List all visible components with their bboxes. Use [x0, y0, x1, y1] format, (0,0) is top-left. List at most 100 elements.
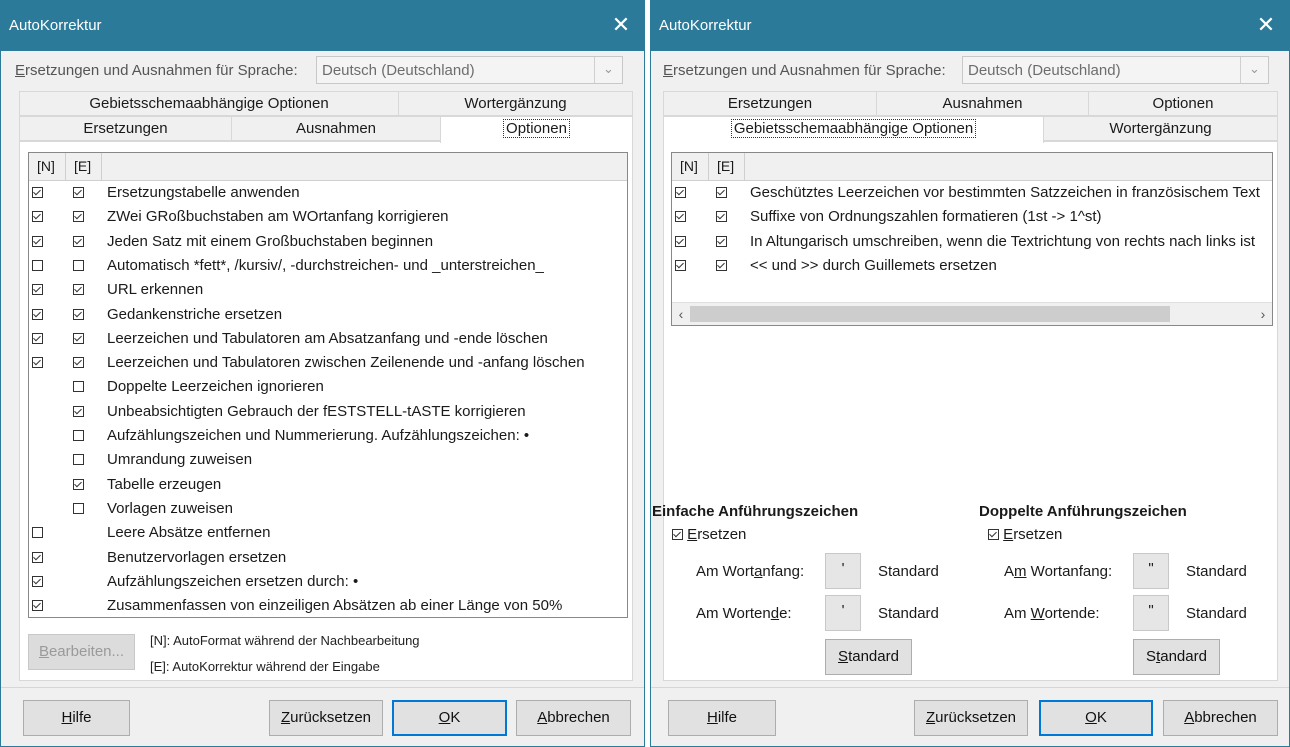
- checkbox-e[interactable]: [73, 430, 84, 441]
- single-replace-checkbox[interactable]: Ersetzen: [672, 526, 746, 543]
- checkbox-n[interactable]: [675, 187, 686, 198]
- reset-button[interactable]: Zurücksetzen: [269, 700, 383, 736]
- reset-button[interactable]: Zurücksetzen: [914, 700, 1028, 736]
- checkbox-n[interactable]: [32, 575, 43, 587]
- column-e-header[interactable]: [E]: [709, 153, 745, 180]
- checkbox-n[interactable]: [32, 211, 43, 223]
- tab-options[interactable]: Optionen: [1088, 91, 1278, 116]
- tab-replace[interactable]: Ersetzungen: [19, 116, 232, 141]
- checkbox-n[interactable]: [32, 259, 43, 271]
- close-icon[interactable]: ✕: [606, 10, 636, 40]
- checkbox-e[interactable]: [716, 211, 727, 223]
- list-item[interactable]: In Altungarisch umschreiben, wenn die Te…: [672, 231, 1272, 255]
- checkbox-e[interactable]: [73, 308, 84, 320]
- checkbox-icon[interactable]: [988, 529, 999, 540]
- tab-word-completion[interactable]: Wortergänzung: [1043, 116, 1278, 141]
- checkbox-icon[interactable]: [672, 529, 683, 540]
- scrollbar-thumb[interactable]: [690, 306, 1170, 322]
- list-item[interactable]: Suffixe von Ordnungszahlen formatieren (…: [672, 206, 1272, 230]
- list-item[interactable]: Geschütztes Leerzeichen vor bestimmten S…: [672, 182, 1272, 206]
- ok-button[interactable]: OK: [392, 700, 507, 736]
- list-item[interactable]: Aufzählungszeichen und Nummerierung. Auf…: [29, 425, 627, 449]
- list-item[interactable]: Doppelte Leerzeichen ignorieren: [29, 376, 627, 400]
- checkbox-n[interactable]: [675, 235, 686, 247]
- checkbox-e[interactable]: [73, 332, 84, 344]
- chevron-down-icon[interactable]: ⌄: [594, 57, 622, 83]
- list-item[interactable]: Ersetzungstabelle anwenden: [29, 182, 627, 206]
- checkbox-n[interactable]: [32, 284, 43, 296]
- list-item[interactable]: Leerzeichen und Tabulatoren am Absatzanf…: [29, 328, 627, 352]
- tab-exceptions[interactable]: Ausnahmen: [231, 116, 441, 141]
- help-button[interactable]: Hilfe: [668, 700, 776, 736]
- language-select[interactable]: Deutsch (Deutschland) ⌄: [316, 56, 623, 84]
- single-end-char-button[interactable]: ': [825, 595, 861, 631]
- checkbox-e[interactable]: [73, 357, 84, 369]
- list-item[interactable]: URL erkennen: [29, 279, 627, 303]
- tab-exceptions[interactable]: Ausnahmen: [876, 91, 1089, 116]
- list-item[interactable]: Vorlagen zuweisen: [29, 498, 627, 522]
- list-item[interactable]: << und >> durch Guillemets ersetzen: [672, 255, 1272, 279]
- ok-button[interactable]: OK: [1039, 700, 1153, 736]
- checkbox-e[interactable]: [73, 381, 84, 393]
- list-item[interactable]: Benutzervorlagen ersetzen: [29, 547, 627, 571]
- horizontal-scrollbar[interactable]: ‹ ›: [672, 302, 1272, 325]
- list-item[interactable]: Aufzählungszeichen ersetzen durch: •: [29, 571, 627, 595]
- locale-options-list[interactable]: [N] [E] Geschütztes Leerzeichen vor best…: [671, 152, 1273, 326]
- tab-word-completion[interactable]: Wortergänzung: [398, 91, 633, 116]
- checkbox-n[interactable]: [32, 332, 43, 344]
- double-default-button[interactable]: Standard: [1133, 639, 1220, 675]
- checkbox-e[interactable]: [73, 502, 84, 514]
- checkbox-n[interactable]: [32, 551, 43, 563]
- list-item[interactable]: Leerzeichen und Tabulatoren zwischen Zei…: [29, 352, 627, 376]
- double-start-char-button[interactable]: ": [1133, 553, 1169, 589]
- checkbox-n[interactable]: [675, 211, 686, 223]
- help-button[interactable]: Hilfe: [23, 700, 130, 736]
- tab-locale-options[interactable]: Gebietsschemaabhängige Optionen: [19, 91, 399, 116]
- options-list[interactable]: [N] [E] Ersetzungstabelle anwenden ZWei G…: [28, 152, 628, 618]
- list-item[interactable]: Automatisch *fett*, /kursiv/, -durchstre…: [29, 255, 627, 279]
- tab-locale-options[interactable]: Gebietsschemaabhängige Optionen: [663, 116, 1044, 143]
- checkbox-e[interactable]: [716, 235, 727, 247]
- checkbox-n[interactable]: [675, 259, 686, 271]
- cancel-button[interactable]: Abbrechen: [516, 700, 631, 736]
- checkbox-e[interactable]: [73, 259, 84, 271]
- checkbox-n[interactable]: [32, 308, 43, 320]
- checkbox-n[interactable]: [32, 357, 43, 369]
- checkbox-e[interactable]: [73, 211, 84, 223]
- double-replace-checkbox[interactable]: Ersetzen: [988, 526, 1062, 543]
- column-e-header[interactable]: [E]: [66, 153, 102, 180]
- checkbox-e[interactable]: [73, 405, 84, 417]
- column-n-header[interactable]: [N]: [29, 153, 66, 180]
- list-item[interactable]: Unbeabsichtigten Gebrauch der fESTSTELL-…: [29, 401, 627, 425]
- chevron-down-icon[interactable]: ⌄: [1240, 57, 1268, 83]
- double-end-char-button[interactable]: ": [1133, 595, 1169, 631]
- list-item[interactable]: Leere Absätze entfernen: [29, 522, 627, 546]
- language-select[interactable]: Deutsch (Deutschland) ⌄: [962, 56, 1269, 84]
- close-icon[interactable]: ✕: [1251, 10, 1281, 40]
- tab-replace[interactable]: Ersetzungen: [663, 91, 877, 116]
- list-item[interactable]: Zusammenfassen von einzeiligen Absätzen …: [29, 595, 627, 617]
- scroll-left-icon[interactable]: ‹: [672, 303, 690, 325]
- checkbox-n[interactable]: [32, 235, 43, 247]
- checkbox-e[interactable]: [716, 187, 727, 198]
- checkbox-e[interactable]: [73, 235, 84, 247]
- column-n-header[interactable]: [N]: [672, 153, 709, 180]
- checkbox-e[interactable]: [73, 187, 84, 198]
- checkbox-e[interactable]: [73, 284, 84, 296]
- tab-options[interactable]: Optionen: [440, 116, 633, 143]
- checkbox-n[interactable]: [32, 527, 43, 539]
- checkbox-e[interactable]: [73, 478, 84, 490]
- list-item[interactable]: ZWei GRoßbuchstaben am WOrtanfang korrig…: [29, 206, 627, 230]
- edit-button[interactable]: Bearbeiten...: [28, 634, 135, 670]
- single-start-char-button[interactable]: ': [825, 553, 861, 589]
- checkbox-n[interactable]: [32, 600, 43, 612]
- list-item[interactable]: Umrandung zuweisen: [29, 449, 627, 473]
- scroll-right-icon[interactable]: ›: [1254, 303, 1272, 325]
- checkbox-n[interactable]: [32, 187, 43, 198]
- checkbox-e[interactable]: [73, 454, 84, 466]
- checkbox-e[interactable]: [716, 259, 727, 271]
- list-item[interactable]: Gedankenstriche ersetzen: [29, 304, 627, 328]
- single-default-button[interactable]: Standard: [825, 639, 912, 675]
- list-item[interactable]: Tabelle erzeugen: [29, 474, 627, 498]
- cancel-button[interactable]: Abbrechen: [1163, 700, 1278, 736]
